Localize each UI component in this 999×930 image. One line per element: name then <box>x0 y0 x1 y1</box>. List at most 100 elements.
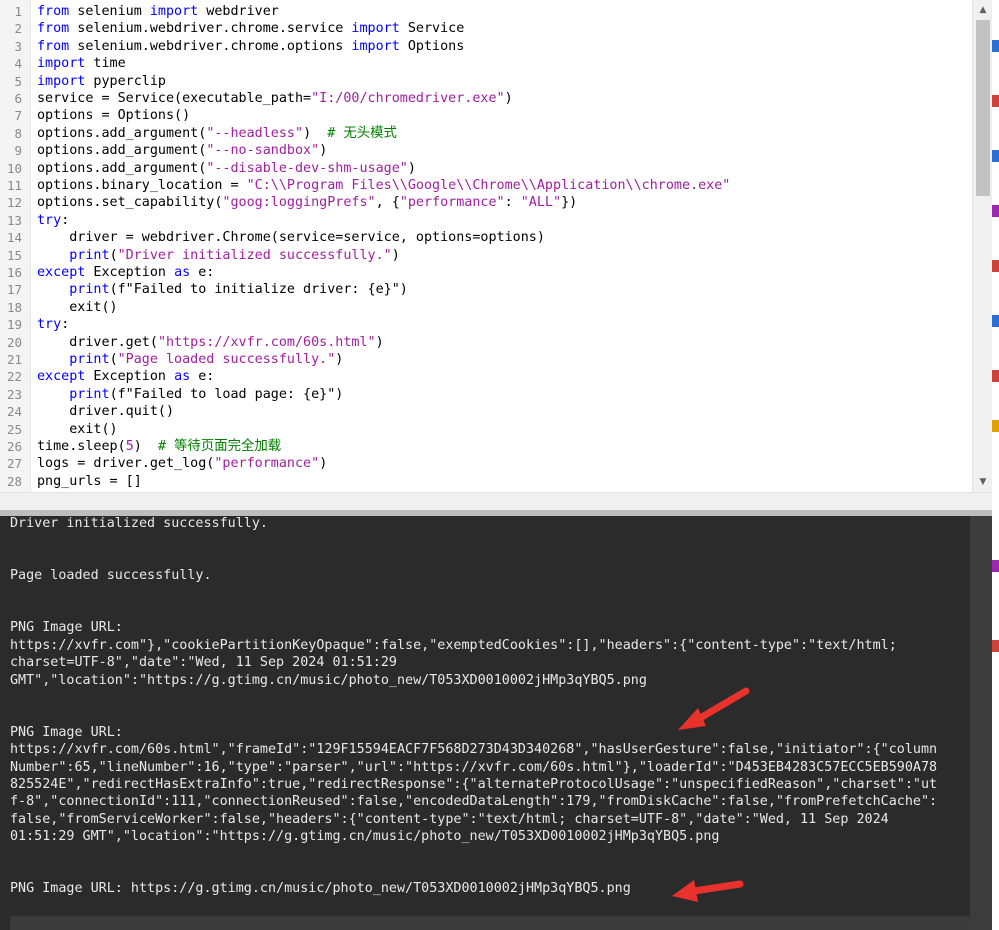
code-token: driver = webdriver.Chrome(service=servic… <box>37 230 545 246</box>
line-number: 17 <box>6 282 22 298</box>
console-scrollbar[interactable] <box>970 516 992 930</box>
code-token: print <box>69 247 110 263</box>
code-token: "performance" <box>214 456 320 472</box>
edge-mark <box>992 260 999 272</box>
code-text: driver = webdriver.Chrome(service=servic… <box>37 229 545 246</box>
editor-horizontal-scrollbar[interactable] <box>0 492 999 511</box>
scroll-up-icon[interactable]: ▲ <box>976 2 990 18</box>
code-text: except Exception as e: <box>37 264 214 281</box>
code-token: ) <box>319 456 328 472</box>
code-text: import time <box>37 55 126 72</box>
code-text: options.set_capability("goog:loggingPref… <box>37 194 577 211</box>
code-token: ) <box>504 91 513 106</box>
code-token: import <box>37 56 86 72</box>
code-text: options.add_argument("--headless") # 无头模… <box>37 125 397 142</box>
code-token: , { <box>375 195 400 211</box>
console-input-line[interactable] <box>10 916 970 930</box>
output-console: Driver initialized successfully. Page loa… <box>0 516 970 930</box>
code-token: "goog:loggingPrefs" <box>222 195 376 211</box>
scrollbar-thumb[interactable] <box>976 20 990 196</box>
editor-vertical-scrollbar[interactable]: ▲ ▼ <box>972 0 993 492</box>
line-number: 23 <box>6 386 22 402</box>
code-text: print("Page loaded successfully.") <box>37 351 343 368</box>
code-token: "C:\\Program Files\\Google\\Chrome\\Appl… <box>246 178 731 193</box>
code-token: ( <box>109 247 118 263</box>
code-text: exit() <box>37 421 117 438</box>
edge-mark <box>992 370 999 382</box>
code-text: print(f"Failed to initialize driver: {e}… <box>37 281 408 298</box>
code-text: driver.quit() <box>37 403 174 420</box>
code-token: except <box>37 265 86 280</box>
code-token: from <box>37 4 70 19</box>
console-line: Number":65,"lineNumber":16,"type":"parse… <box>10 759 938 775</box>
code-text: print(f"Failed to load page: {e}") <box>37 386 343 403</box>
console-line: false,"fromServiceWorker":false,"headers… <box>10 811 889 827</box>
code-token: 5 <box>125 439 134 454</box>
code-token: "Page loaded successfully." <box>117 352 336 367</box>
code-editor[interactable]: 1 from selenium import webdriver 2 from sel… <box>0 0 999 510</box>
console-line: https://xvfr.com"},"cookiePartitionKeyOp… <box>10 637 897 653</box>
edge-mark <box>992 560 999 572</box>
code-token: : <box>61 212 70 228</box>
code-token: ) <box>391 247 400 263</box>
code-text: options.add_argument("--disable-dev-shm-… <box>37 160 416 177</box>
code-token: Exception <box>85 369 175 385</box>
code-text: try: <box>37 212 69 229</box>
code-token: from <box>37 21 70 37</box>
console-line: https://xvfr.com/60s.html","frameId":"12… <box>10 742 938 758</box>
line-number: 15 <box>6 247 22 263</box>
code-token: : <box>61 317 70 333</box>
line-number: 19 <box>6 317 22 333</box>
console-line: 825524E","redirectHasExtraInfo":true,"re… <box>10 777 938 792</box>
code-token: options.add_argument( <box>37 143 207 159</box>
code-token: time.sleep( <box>37 439 126 454</box>
code-text: try: <box>37 316 69 333</box>
scroll-down-icon[interactable]: ▼ <box>976 474 990 490</box>
red-arrow-icon <box>672 880 744 902</box>
code-token: logs = driver.get_log( <box>37 456 215 472</box>
code-token: Service <box>399 21 465 37</box>
code-token: except <box>37 369 86 385</box>
code-token: driver.get( <box>37 334 158 350</box>
line-number: 1 <box>14 4 22 19</box>
code-token: webdriver <box>198 4 279 19</box>
line-number: 6 <box>14 91 22 106</box>
line-number: 10 <box>6 160 22 176</box>
line-number: 28 <box>6 473 22 489</box>
code-token: }) <box>561 195 578 211</box>
code-token: import <box>351 38 400 54</box>
code-token: exit() <box>37 299 118 315</box>
code-token: ) <box>319 143 328 159</box>
code-token: ( <box>109 352 118 367</box>
code-token: selenium <box>69 4 150 19</box>
line-number: 20 <box>6 334 22 350</box>
line-number: 18 <box>6 299 22 315</box>
line-number: 24 <box>6 404 22 420</box>
red-arrow-icon <box>678 687 750 730</box>
line-number: 9 <box>14 143 22 159</box>
edge-mark <box>992 150 999 162</box>
code-token: png_urls = [] <box>37 473 142 489</box>
line-number: 16 <box>6 265 22 280</box>
line-number: 11 <box>6 178 22 193</box>
console-line: PNG Image URL: <box>10 724 123 740</box>
line-number: 5 <box>14 73 22 89</box>
code-text: import pyperclip <box>37 73 166 90</box>
code-token: "performance" <box>399 195 505 211</box>
code-token: import <box>149 4 199 19</box>
code-token: selenium.webdriver.chrome.service <box>69 21 352 37</box>
code-text: from selenium.webdriver.chrome.service i… <box>37 20 464 37</box>
line-number: 27 <box>6 456 22 472</box>
code-token: ) <box>133 439 158 454</box>
code-token: pyperclip <box>85 73 166 89</box>
line-number: 4 <box>14 56 22 72</box>
code-token: ) <box>335 352 344 367</box>
code-token: options.add_argument( <box>37 125 207 141</box>
code-token: service = Service(executable_path= <box>37 91 312 106</box>
code-text: from selenium.webdriver.chrome.options i… <box>37 38 464 55</box>
code-text: exit() <box>37 299 118 316</box>
code-token: Exception <box>85 265 175 280</box>
code-token: print <box>69 386 110 402</box>
code-area[interactable]: 1 from selenium import webdriver 2 from sel… <box>0 0 972 492</box>
